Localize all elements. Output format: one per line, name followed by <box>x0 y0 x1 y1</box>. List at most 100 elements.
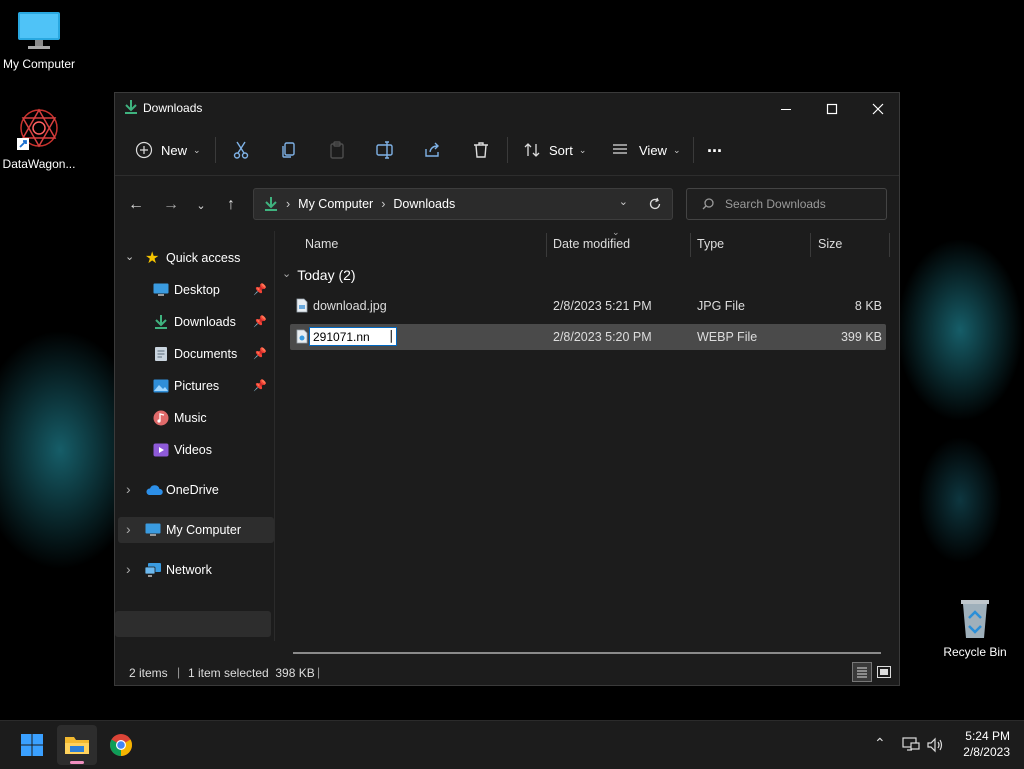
details-view-button[interactable] <box>852 662 872 682</box>
recent-locations-button[interactable]: ⌄ <box>187 191 215 219</box>
sidebar-item-my-computer[interactable] <box>115 611 271 637</box>
download-icon <box>265 197 277 211</box>
sidebar-item-pictures[interactable]: Pictures 📌 <box>115 373 271 399</box>
toolbar-separator <box>507 137 508 163</box>
file-row-selected[interactable]: 291071.nn ∣ 2/8/2023 5:20 PM WEBP File 3… <box>290 324 886 350</box>
file-name: download.jpg <box>313 299 387 313</box>
close-button[interactable] <box>855 93 901 125</box>
sidebar-item-my-computer[interactable]: › My Computer <box>118 517 274 543</box>
search-box[interactable]: Search Downloads <box>686 188 887 220</box>
address-row: ← → ⌄ ↑ › My Computer › Downloads ⌄ Sear… <box>115 185 899 225</box>
forward-button[interactable]: → <box>157 191 185 219</box>
status-selection: 1 item selected 398 KB <box>188 666 315 680</box>
up-button[interactable]: ↑ <box>217 191 245 219</box>
pin-icon: 📌 <box>253 284 267 296</box>
sidebar-item-label: Quick access <box>166 251 241 265</box>
sidebar-item-quick-access[interactable]: ⌄ ★ Quick access <box>115 245 271 271</box>
sidebar-item-downloads[interactable]: Downloads 📌 <box>115 309 271 335</box>
pin-icon: 📌 <box>253 316 267 328</box>
delete-button[interactable] <box>471 133 491 167</box>
breadcrumb-my-computer[interactable]: My Computer <box>298 197 373 211</box>
column-divider[interactable] <box>690 233 691 257</box>
column-header-name[interactable]: Name <box>305 237 338 251</box>
column-divider[interactable] <box>889 233 890 257</box>
column-header-date-modified[interactable]: Date modified <box>553 237 630 251</box>
paste-button[interactable] <box>327 133 347 167</box>
sidebar-item-label: My Computer <box>166 523 242 537</box>
breadcrumb-separator-icon: › <box>381 197 386 211</box>
group-header-today[interactable]: ⌄ Today (2) <box>282 267 356 283</box>
folder-icon <box>65 737 89 754</box>
horizontal-scrollbar[interactable] <box>293 652 881 654</box>
sidebar-item-music[interactable]: Music <box>115 405 271 431</box>
rename-button[interactable] <box>375 133 395 167</box>
sidebar-item-documents[interactable]: Documents 📌 <box>115 341 271 367</box>
system-clock[interactable]: 5:24 PM 2/8/2023 <box>963 728 1010 760</box>
status-bar: 2 items | 1 item selected 398 KB | <box>115 659 899 685</box>
clock-date: 2/8/2023 <box>963 745 1010 759</box>
webp-file-icon <box>296 329 308 344</box>
windows-logo-icon <box>21 734 43 756</box>
start-button[interactable] <box>12 725 52 765</box>
chevron-down-icon: ⌄ <box>282 267 292 280</box>
sidebar-item-label: Videos <box>174 443 212 457</box>
search-icon <box>702 198 714 210</box>
monitor-icon <box>18 12 60 49</box>
taskbar-file-explorer[interactable] <box>57 725 97 765</box>
new-button[interactable]: New ⌄ <box>135 133 201 167</box>
back-button[interactable]: ← <box>122 191 150 219</box>
minimize-button[interactable] <box>763 93 809 125</box>
share-button[interactable] <box>423 133 443 167</box>
volume-icon[interactable] <box>926 737 944 753</box>
desktop-icon-recycle-bin[interactable]: Recycle Bin <box>933 596 1017 659</box>
file-size: 8 KB <box>854 299 882 313</box>
network-status-icon[interactable] <box>902 737 920 753</box>
status-divider: | <box>177 665 181 679</box>
minimize-icon <box>781 109 791 110</box>
command-bar: New ⌄ Sort ⌄ View ⌄ ... <box>115 127 899 176</box>
maximize-button[interactable] <box>809 93 855 125</box>
pin-icon: 📌 <box>253 380 267 392</box>
tiles-view-button[interactable] <box>874 662 894 682</box>
address-dropdown-icon[interactable]: ⌄ <box>619 195 628 208</box>
new-label: New <box>161 142 188 158</box>
chevron-right-icon[interactable]: › <box>126 481 131 497</box>
chevron-right-icon[interactable]: › <box>126 521 131 537</box>
sidebar-item-videos[interactable]: Videos <box>115 437 271 463</box>
file-date: 2/8/2023 5:20 PM <box>553 330 652 344</box>
rename-input[interactable]: 291071.nn ∣ <box>309 327 397 346</box>
column-header-size[interactable]: Size <box>818 237 842 251</box>
rename-icon <box>376 141 393 159</box>
active-app-indicator <box>70 761 84 764</box>
sidebar-item-label: Pictures <box>174 379 220 393</box>
column-divider[interactable] <box>810 233 811 257</box>
column-header-type[interactable]: Type <box>697 237 724 251</box>
show-hidden-icons-button[interactable]: ⌃ <box>874 735 886 752</box>
address-bar[interactable]: › My Computer › Downloads ⌄ <box>253 188 673 220</box>
sort-button[interactable]: Sort ⌄ <box>523 133 586 167</box>
chevron-down-icon: ⌄ <box>672 144 681 155</box>
title-bar[interactable]: Downloads <box>115 93 899 125</box>
file-list: Name ⌄ Date modified Type Size ⌄ Today (… <box>275 227 899 651</box>
column-divider[interactable] <box>546 233 547 257</box>
sidebar-item-onedrive[interactable]: › OneDrive <box>115 477 271 503</box>
refresh-icon[interactable] <box>648 197 662 211</box>
sidebar-item-label: Documents <box>174 347 238 361</box>
sort-icon <box>524 143 540 157</box>
cut-button[interactable] <box>231 133 251 167</box>
taskbar-chrome[interactable] <box>101 725 141 765</box>
breadcrumb-downloads[interactable]: Downloads <box>393 197 455 211</box>
copy-button[interactable] <box>279 133 299 167</box>
datawagon-logo-icon <box>17 108 58 150</box>
sidebar-item-desktop[interactable]: Desktop 📌 <box>115 277 271 303</box>
chevron-down-icon[interactable]: ⌄ <box>125 250 134 263</box>
file-row[interactable]: download.jpg 2/8/2023 5:21 PM JPG File 8… <box>290 293 886 319</box>
sidebar-item-network[interactable]: › Network <box>118 557 274 583</box>
more-options-button[interactable]: ... <box>707 129 722 163</box>
share-icon <box>425 142 439 157</box>
view-button[interactable]: View ⌄ <box>611 133 681 167</box>
chevron-right-icon[interactable]: › <box>126 561 131 577</box>
desktop-icon-my-computer[interactable]: My Computer <box>0 10 81 71</box>
desktop-icon-datawagon[interactable]: DataWagon... <box>0 106 81 171</box>
toolbar-separator <box>693 137 694 163</box>
